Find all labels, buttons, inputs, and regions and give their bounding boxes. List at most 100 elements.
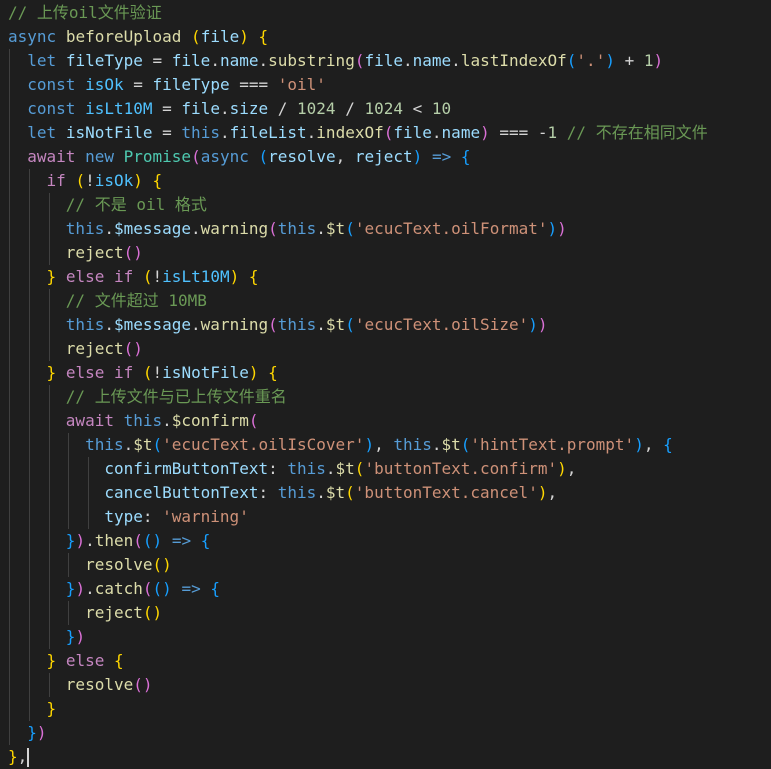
code-line[interactable]: reject() xyxy=(0,337,771,361)
code-text: reject() xyxy=(8,603,162,622)
token-bracket3: ) xyxy=(634,435,644,454)
code-line[interactable]: }) xyxy=(0,625,771,649)
code-line[interactable]: }, xyxy=(0,745,771,769)
token-bracket2: ) xyxy=(75,531,86,550)
token-plain: , xyxy=(547,483,558,502)
token-comment: // 文件超过 10MB xyxy=(65,291,207,310)
token-bracket1: { xyxy=(268,363,278,382)
token-plain: === - xyxy=(489,123,548,142)
indentation xyxy=(8,483,104,502)
token-function: beforeUpload xyxy=(65,27,182,46)
token-keyword: async xyxy=(200,147,249,166)
token-control: if xyxy=(113,267,134,286)
token-keyword: this xyxy=(287,459,326,478)
code-line[interactable]: this.$message.warning(this.$t('ecucText.… xyxy=(0,217,771,241)
token-bracket3: ( xyxy=(460,435,471,454)
token-bracket2: ( xyxy=(191,147,201,166)
token-bracket3: ( xyxy=(345,315,355,334)
code-line[interactable]: } else if (!isNotFile) { xyxy=(0,361,771,385)
token-bracket2: ( xyxy=(268,315,278,334)
token-control: if xyxy=(46,171,66,190)
code-text: // 上传文件与已上传文件重名 xyxy=(8,387,287,406)
token-control: await xyxy=(65,411,114,430)
code-line[interactable]: reject() xyxy=(0,241,771,265)
code-text: this.$message.warning(this.$t('ecucText.… xyxy=(8,315,548,334)
code-line[interactable]: reject() xyxy=(0,601,771,625)
token-bracket3: } xyxy=(65,627,76,646)
code-line[interactable]: this.$t('ecucText.oilIsCover'), this.$t(… xyxy=(0,433,771,457)
token-string: 'ecucText.oilFormat' xyxy=(354,219,548,238)
token-bracket2: ( xyxy=(123,339,134,358)
token-plain: . xyxy=(85,531,95,550)
token-plain: . xyxy=(104,315,114,334)
code-line[interactable]: async beforeUpload (file) { xyxy=(0,25,771,49)
code-line[interactable]: } xyxy=(0,697,771,721)
code-line[interactable]: // 不是 oil 格式 xyxy=(0,193,771,217)
token-plain: . xyxy=(316,219,326,238)
code-line[interactable]: resolve() xyxy=(0,673,771,697)
token-bracket1: ) xyxy=(133,171,143,190)
token-bracket3: } xyxy=(27,723,37,742)
code-text: }) xyxy=(8,627,85,646)
token-comment: // 上传文件与已上传文件重名 xyxy=(65,387,287,406)
code-editor[interactable]: // 上传oil文件验证 async beforeUpload (file) { … xyxy=(0,0,771,769)
token-plain: ! xyxy=(152,363,163,382)
code-line[interactable]: if (!isOk) { xyxy=(0,169,771,193)
token-variable: fileType xyxy=(65,51,143,70)
token-bracket3: ) xyxy=(364,435,375,454)
token-number: 1 xyxy=(547,123,558,142)
code-line[interactable]: }).then(() => { xyxy=(0,529,771,553)
token-bracket3: ) xyxy=(528,315,538,334)
token-plain: = xyxy=(152,123,182,142)
indentation xyxy=(8,75,27,94)
token-plain: , xyxy=(374,435,394,454)
indentation xyxy=(8,651,47,670)
code-line[interactable]: // 上传文件与已上传文件重名 xyxy=(0,385,771,409)
code-line[interactable]: const isOk = fileType === 'oil' xyxy=(0,73,771,97)
code-line[interactable]: }).catch(() => { xyxy=(0,577,771,601)
code-line[interactable]: } else if (!isLt10M) { xyxy=(0,265,771,289)
text-cursor xyxy=(27,748,30,767)
token-bracket3: ( xyxy=(566,51,577,70)
token-function: $t xyxy=(325,315,346,334)
token-bracket3: ( xyxy=(258,147,269,166)
indentation xyxy=(8,363,47,382)
token-bracket3: ( xyxy=(345,219,355,238)
token-keyword: this xyxy=(181,123,220,142)
code-line[interactable]: cancelButtonText: this.$t('buttonText.ca… xyxy=(0,481,771,505)
code-line[interactable]: this.$message.warning(this.$t('ecucText.… xyxy=(0,313,771,337)
token-bracket3: { xyxy=(210,579,220,598)
token-bracket1: { xyxy=(258,27,269,46)
token-bracket2: ( xyxy=(133,531,143,550)
code-text: } else if (!isNotFile) { xyxy=(8,363,278,382)
code-line[interactable]: } else { xyxy=(0,649,771,673)
token-variable: fileList xyxy=(229,123,307,142)
token-number: 10 xyxy=(431,99,452,118)
token-control: else xyxy=(65,651,105,670)
token-plain: . xyxy=(258,51,269,70)
code-text: }, xyxy=(8,747,30,767)
code-line[interactable]: resolve() xyxy=(0,553,771,577)
code-line[interactable]: const isLt10M = file.size / 1024 / 1024 … xyxy=(0,97,771,121)
code-line[interactable]: await this.$confirm( xyxy=(0,409,771,433)
token-keyword: => xyxy=(171,531,192,550)
code-line[interactable]: await new Promise(async (resolve, reject… xyxy=(0,145,771,169)
code-line[interactable]: }) xyxy=(0,721,771,745)
code-line[interactable]: confirmButtonText: this.$t('buttonText.c… xyxy=(0,457,771,481)
token-bracket1: ) xyxy=(557,459,567,478)
token-number: 1024 xyxy=(297,99,336,118)
code-line[interactable]: // 上传oil文件验证 xyxy=(0,1,771,25)
code-line[interactable]: let fileType = file.name.substring(file.… xyxy=(0,49,771,73)
code-line[interactable]: type: 'warning' xyxy=(0,505,771,529)
code-line[interactable]: // 文件超过 10MB xyxy=(0,289,771,313)
code-line[interactable]: let isNotFile = this.fileList.indexOf(fi… xyxy=(0,121,771,145)
token-keyword: const xyxy=(27,99,76,118)
token-string: 'buttonText.confirm' xyxy=(364,459,558,478)
